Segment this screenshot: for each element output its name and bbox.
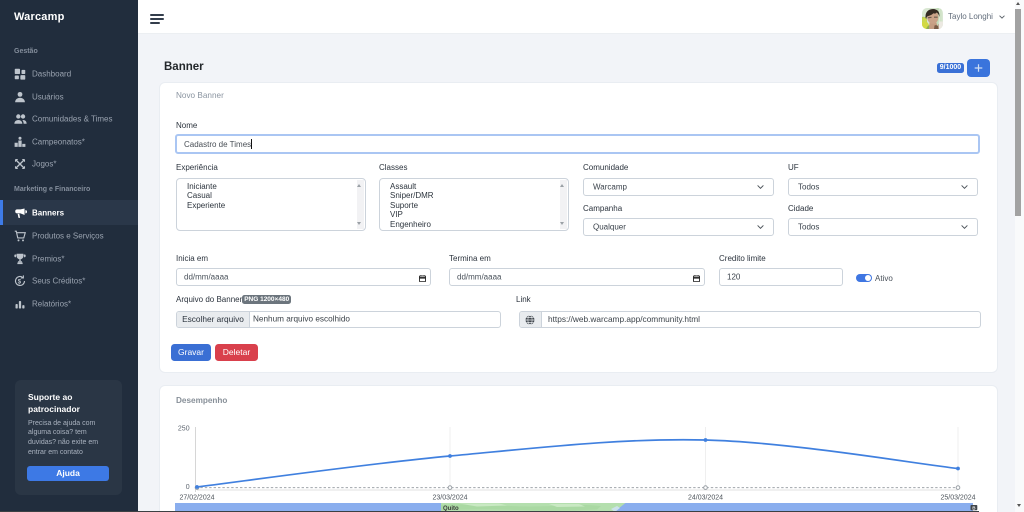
svg-text:27/02/2024: 27/02/2024	[179, 494, 214, 501]
svg-text:250: 250	[178, 426, 190, 433]
svg-text:25/03/2024: 25/03/2024	[940, 494, 975, 501]
svg-text:$: $	[18, 279, 22, 285]
svg-text:24/03/2024: 24/03/2024	[688, 494, 723, 501]
svg-text:0: 0	[186, 484, 190, 491]
svg-text:23/03/2024: 23/03/2024	[432, 494, 467, 501]
